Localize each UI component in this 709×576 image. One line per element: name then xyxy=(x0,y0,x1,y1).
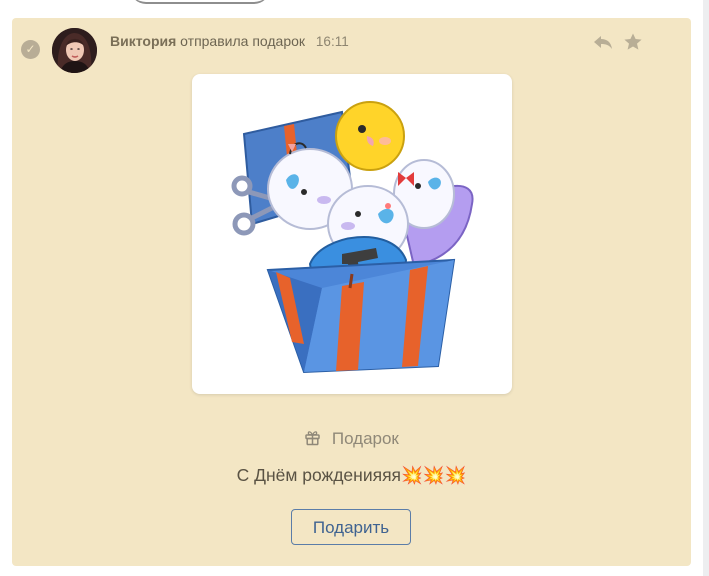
previous-message-fragment xyxy=(130,0,270,4)
avatar[interactable] xyxy=(52,28,97,73)
gift-label: Подарок xyxy=(12,429,691,449)
message-header: Виктория отправила подарок 16:11 xyxy=(110,33,349,49)
action-text: отправила подарок xyxy=(180,33,306,49)
gift-message: ✓ Виктория отправила подарок 16:11 Подар… xyxy=(12,18,691,566)
gift-image[interactable] xyxy=(192,74,512,394)
gift-label-text: Подарок xyxy=(331,429,399,448)
page: ✓ Виктория отправила подарок 16:11 Подар… xyxy=(0,0,703,576)
gift-message-text: С Днём рожденияяя💥💥💥 xyxy=(236,465,467,485)
message-time[interactable]: 16:11 xyxy=(316,34,349,49)
send-gift-button[interactable]: Подарить xyxy=(291,509,411,545)
scrollbar-track[interactable] xyxy=(703,0,709,576)
check-circle-icon[interactable]: ✓ xyxy=(21,40,40,59)
sender-name[interactable]: Виктория xyxy=(110,33,176,49)
gift-icon xyxy=(304,429,332,448)
reply-icon[interactable] xyxy=(593,32,613,52)
star-icon[interactable] xyxy=(623,32,643,52)
